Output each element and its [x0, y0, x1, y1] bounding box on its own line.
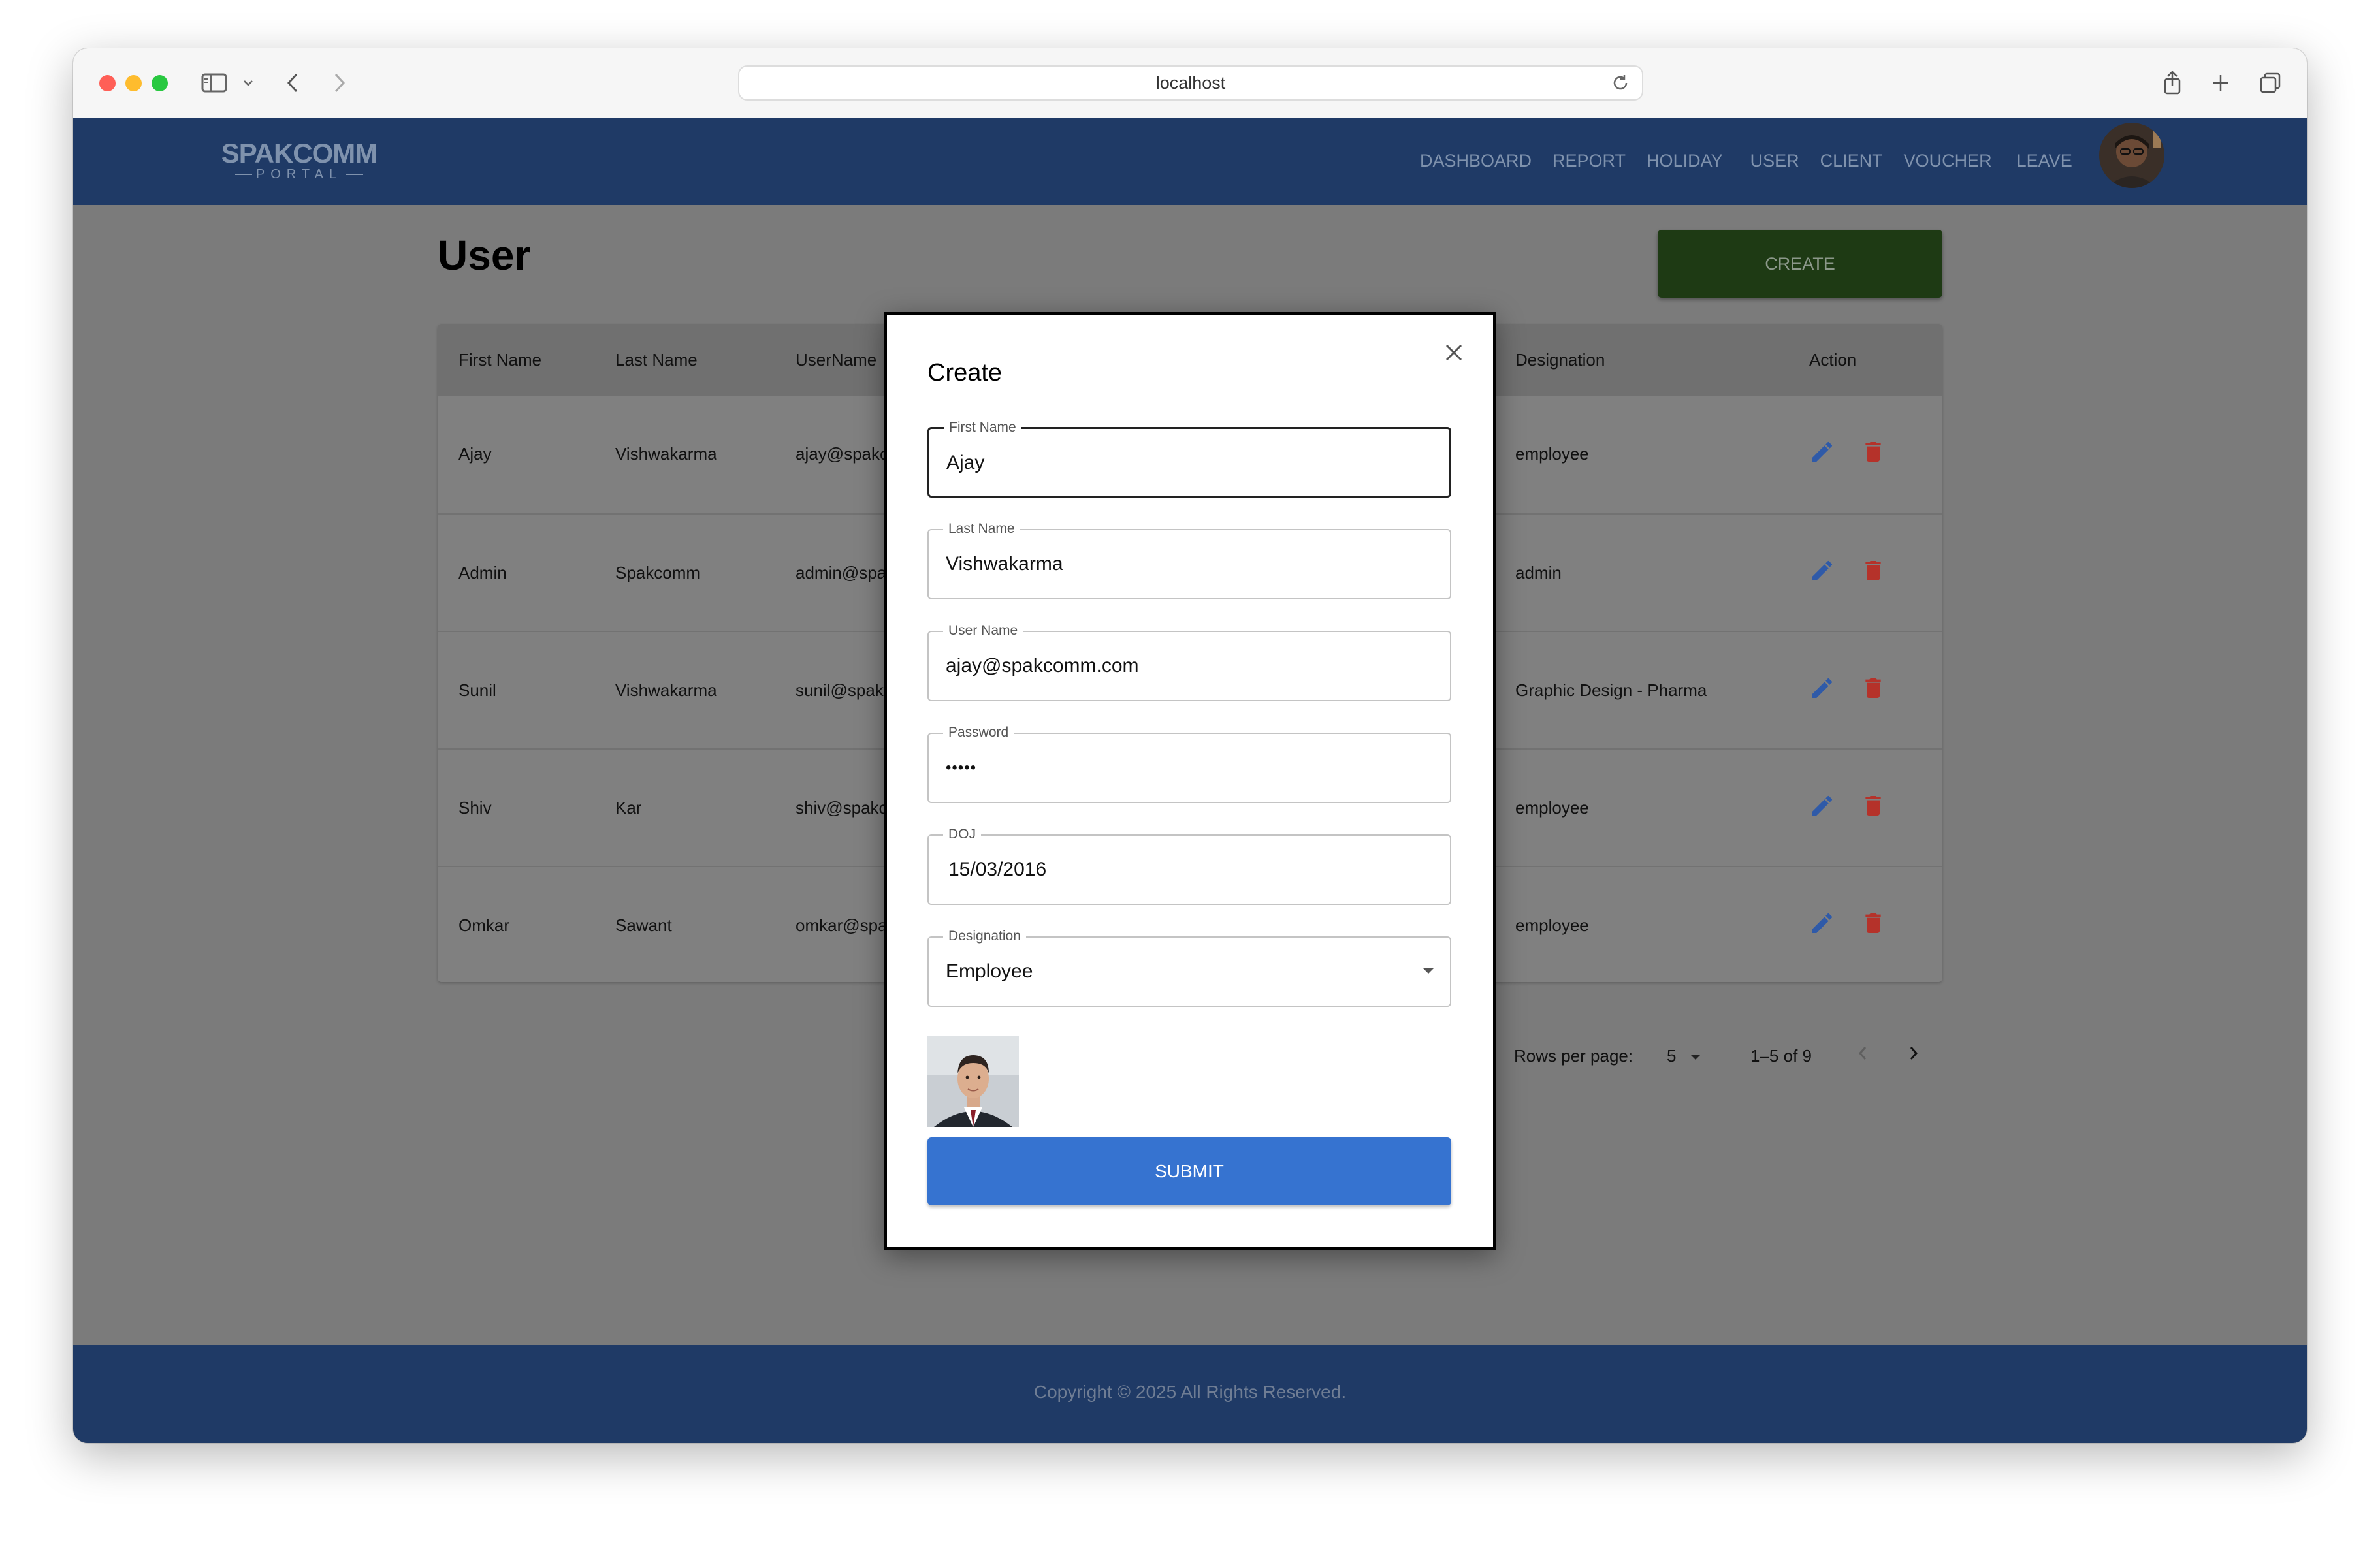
column-header-last-name: Last Name [615, 350, 698, 370]
cell-last-name: Vishwakarma [615, 444, 717, 464]
rows-per-page-label: Rows per page: [1514, 1046, 1633, 1066]
reload-icon[interactable] [1611, 73, 1630, 96]
zoom-window-button[interactable] [152, 75, 168, 91]
page-footer: Copyright © 2025 All Rights Reserved. [73, 1345, 2307, 1443]
designation-select[interactable]: Designation Employee [927, 929, 1451, 1007]
cell-last-name: Vishwakarma [615, 680, 717, 700]
delete-icon[interactable] [1859, 909, 1888, 938]
top-navbar: SPAKCOMM PORTAL DASHBOARD REPORT HOLIDAY… [73, 118, 2307, 205]
password-field[interactable]: Password ••••• [927, 725, 1451, 803]
first-name-value: Ajay [946, 452, 985, 473]
edit-icon[interactable] [1808, 909, 1837, 938]
nav-item-holiday[interactable]: HOLIDAY [1647, 148, 1723, 174]
edit-icon[interactable] [1808, 791, 1837, 820]
address-bar[interactable]: localhost [738, 65, 1643, 101]
copyright-text: Copyright © 2025 All Rights Reserved. [1033, 1382, 1347, 1402]
nav-links: DASHBOARD REPORT HOLIDAY USER CLIENT VOU… [1420, 148, 2093, 174]
delete-icon[interactable] [1859, 791, 1888, 820]
cell-designation: employee [1515, 798, 1589, 818]
cell-designation: admin [1515, 563, 1562, 582]
doj-field[interactable]: DOJ 15/03/2016 [927, 827, 1451, 905]
username-field[interactable]: User Name ajay@spakcomm.com [927, 623, 1451, 701]
cell-last-name: Sawant [615, 915, 672, 935]
cell-designation: employee [1515, 444, 1589, 464]
close-icon[interactable] [1439, 338, 1468, 367]
rows-per-page-value: 5 [1667, 1046, 1677, 1066]
nav-item-report[interactable]: REPORT [1552, 148, 1626, 174]
page-title: User [438, 232, 531, 279]
pagination-range: 1–5 of 9 [1750, 1046, 1812, 1066]
submit-button[interactable]: SUBMIT [927, 1137, 1451, 1205]
cell-last-name: Kar [615, 798, 642, 818]
sidebar-toggle-icon[interactable] [199, 65, 230, 101]
tab-overview-icon[interactable] [2257, 65, 2283, 101]
column-header-action: Action [1809, 350, 1857, 370]
delete-icon[interactable] [1859, 437, 1888, 466]
url-text: localhost [1155, 73, 1226, 93]
cell-username: shiv@spakc [796, 798, 888, 818]
password-value: ••••• [946, 759, 977, 776]
chevron-down-icon [1690, 1055, 1701, 1060]
brand-logo[interactable]: SPAKCOMM PORTAL [221, 140, 378, 182]
user-avatar[interactable] [2099, 123, 2164, 188]
dropdown-arrow-icon [1423, 968, 1434, 974]
previous-page-icon[interactable] [1856, 1043, 1869, 1068]
cell-first-name: Ajay [458, 444, 492, 464]
edit-icon[interactable] [1808, 437, 1837, 466]
cell-username: sunil@spak [796, 680, 884, 700]
cell-designation: Graphic Design - Pharma [1515, 680, 1707, 700]
cell-username: admin@spa [796, 563, 887, 582]
browser-toolbar: localhost [73, 48, 2307, 118]
cell-username: omkar@spa [796, 915, 888, 935]
cell-first-name: Admin [458, 563, 507, 582]
nav-item-user[interactable]: USER [1750, 148, 1799, 174]
nav-item-client[interactable]: CLIENT [1820, 148, 1883, 174]
cell-designation: employee [1515, 915, 1589, 935]
cell-username: ajay@spakc [796, 444, 889, 464]
nav-item-dashboard[interactable]: DASHBOARD [1420, 148, 1532, 174]
brand-subtitle: PORTAL [255, 167, 343, 182]
forward-arrow-icon[interactable] [328, 65, 351, 101]
column-header-first-name: First Name [458, 350, 542, 370]
designation-value: Employee [946, 961, 1033, 982]
last-name-field[interactable]: Last Name Vishwakarma [927, 521, 1451, 599]
chevron-down-icon[interactable] [240, 65, 256, 101]
doj-value: 15/03/2016 [948, 859, 1047, 880]
cell-first-name: Sunil [458, 680, 496, 700]
nav-item-voucher[interactable]: VOUCHER [1904, 148, 1992, 174]
close-window-button[interactable] [99, 75, 116, 91]
create-button[interactable]: CREATE [1658, 230, 1942, 298]
column-header-username: UserName [796, 350, 877, 370]
last-name-value: Vishwakarma [946, 553, 1063, 575]
new-tab-icon[interactable] [2208, 65, 2234, 101]
delete-icon[interactable] [1859, 674, 1888, 703]
edit-icon[interactable] [1808, 556, 1837, 585]
rows-per-page-select[interactable]: 5 [1667, 1046, 1701, 1066]
first-name-field[interactable]: First Name Ajay [927, 420, 1451, 498]
dialog-title: Create [927, 359, 1003, 387]
username-value: ajay@spakcomm.com [946, 655, 1139, 676]
create-user-dialog: Create First Name Ajay Last Name Vishwak… [884, 312, 1496, 1250]
minimize-window-button[interactable] [125, 75, 142, 91]
back-arrow-icon[interactable] [281, 65, 304, 101]
next-page-icon[interactable] [1907, 1043, 1920, 1068]
cell-first-name: Omkar [458, 915, 509, 935]
column-header-designation: Designation [1515, 350, 1605, 370]
edit-icon[interactable] [1808, 674, 1837, 703]
profile-photo-preview [927, 1036, 1019, 1127]
nav-item-leave[interactable]: LEAVE [2017, 148, 2072, 174]
share-icon[interactable] [2159, 65, 2185, 101]
cell-last-name: Spakcomm [615, 563, 701, 582]
delete-icon[interactable] [1859, 556, 1888, 585]
brand-name: SPAKCOMM [221, 138, 378, 168]
cell-first-name: Shiv [458, 798, 492, 818]
